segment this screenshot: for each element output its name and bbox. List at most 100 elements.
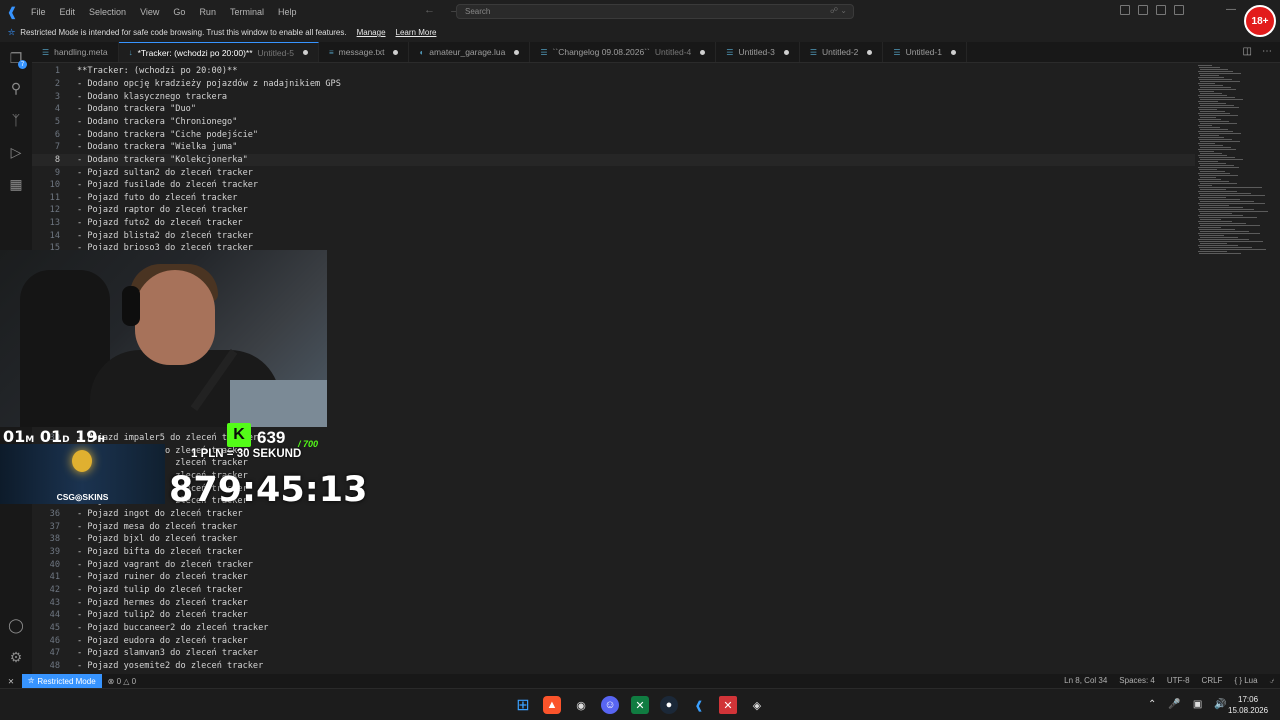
tab-1[interactable]: ↓ *Tracker: (wchodzi po 20:00)** Untitled-… (118, 42, 319, 62)
search-icon[interactable]: ⚲ (6, 78, 26, 98)
language-mode[interactable]: { } Lua (1234, 676, 1257, 686)
code-line[interactable]: 44 - Pojazd tulip2 do zleceń tracker (32, 609, 1195, 622)
end-of-line[interactable]: CRLF (1202, 676, 1223, 686)
run-debug-icon[interactable]: ▷ (6, 142, 26, 162)
code-line[interactable]: 6 - Dodano trackera "Ciche podejście" (32, 128, 1195, 141)
code-line[interactable]: 14 - Pojazd blista2 do zleceń tracker (32, 229, 1195, 242)
menu-view[interactable]: View (133, 7, 166, 17)
steam-icon[interactable]: ● (660, 696, 678, 714)
unsaved-dot-icon[interactable] (393, 49, 399, 55)
tab-label: ``Changelog 09.08.2026`` (552, 47, 650, 57)
menu-help[interactable]: Help (271, 7, 304, 17)
unsaved-dot-icon[interactable] (700, 49, 706, 55)
code-line[interactable]: 7 - Dodano trackera "Wielka juma" (32, 141, 1195, 154)
code-line[interactable]: 41 - Pojazd ruiner do zleceń tracker (32, 571, 1195, 584)
search-input[interactable]: Search ☍ ⌄ (456, 4, 854, 19)
line-number: 42 (49, 584, 60, 595)
line-number: 44 (49, 610, 60, 621)
minimap-line (1200, 105, 1234, 106)
menu-run[interactable]: Run (192, 7, 223, 17)
code-line[interactable]: 46 - Pojazd eudora do zleceń tracker (32, 634, 1195, 647)
code-line[interactable]: 38 - Pojazd bjxl do zleceń tracker (32, 533, 1195, 546)
problems-status[interactable]: ⊗ 0 △ 0 (108, 677, 136, 686)
windows-start-icon[interactable]: ⊞ (514, 696, 532, 714)
encoding[interactable]: UTF-8 (1167, 676, 1190, 686)
code-line[interactable]: 9 - Pojazd sultan2 do zleceń tracker (32, 166, 1195, 179)
app-x-icon[interactable]: ✕ (719, 696, 737, 714)
unsaved-dot-icon[interactable] (514, 49, 520, 55)
tab-3[interactable]: ◐ amateur_garage.lua (409, 42, 531, 62)
tab-6[interactable]: ☰ Untitled-2 (800, 42, 884, 62)
code-line[interactable]: 37 - Pojazd mesa do zleceń tracker (32, 520, 1195, 533)
menu-edit[interactable]: Edit (53, 7, 83, 17)
system-clock[interactable]: 17:06 15.08.2026 (1228, 694, 1268, 716)
display-icon[interactable]: ▣ (1193, 699, 1202, 710)
brave-browser-icon[interactable]: ▲ (543, 696, 561, 714)
microphone-icon[interactable]: 🎤 (1168, 699, 1180, 710)
code-line[interactable]: 4 - Dodano trackera "Duo" (32, 103, 1195, 116)
code-line[interactable]: 12 - Pojazd raptor do zleceń tracker (32, 204, 1195, 217)
more-actions-icon[interactable]: ⋯ (1262, 46, 1272, 57)
code-line[interactable]: 11 - Pojazd futo do zleceń tracker (32, 192, 1195, 205)
code-line[interactable]: 48 - Pojazd yosemite2 do zleceń tracker (32, 660, 1195, 673)
indentation[interactable]: Spaces: 4 (1119, 676, 1155, 686)
code-line[interactable]: 1 **Tracker: (wchodzi po 20:00)** (32, 65, 1195, 78)
tab-7[interactable]: ☰ Untitled-1 (883, 42, 967, 62)
code-line[interactable]: 47 - Pojazd slamvan3 do zleceń tracker (32, 647, 1195, 660)
minimap[interactable] (1195, 63, 1273, 674)
tab-0[interactable]: ☰ handling.meta (32, 42, 119, 62)
restricted-mode-status[interactable]: ⛦ Restricted Mode (22, 674, 102, 688)
remote-icon[interactable]: ⨯ (0, 674, 22, 688)
back-arrow-icon[interactable]: ← (424, 4, 435, 16)
layout-sidebar-icon[interactable] (1120, 5, 1130, 15)
discord-icon[interactable]: ☺ (601, 696, 619, 714)
tab-5[interactable]: ☰ Untitled-3 (716, 42, 800, 62)
line-text: - Pojazd futo2 do zleceń tracker (77, 218, 243, 229)
split-editor-icon[interactable]: ◫ (1243, 46, 1252, 57)
unsaved-dot-icon[interactable] (302, 50, 308, 55)
code-line[interactable]: 45 - Pojazd buccaneer2 do zleceń tracker (32, 622, 1195, 635)
bell-icon[interactable]: ⍻ (1270, 676, 1274, 686)
menu-file[interactable]: File (24, 7, 53, 17)
menu-go[interactable]: Go (166, 7, 192, 17)
source-control-icon[interactable]: ᛉ (6, 110, 26, 130)
cursor-position[interactable]: Ln 8, Col 34 (1064, 676, 1107, 686)
code-line[interactable]: 10 - Pojazd fusilade do zleceń tracker (32, 179, 1195, 192)
tray-expand-icon[interactable]: ⌃ (1148, 699, 1156, 710)
layout-panel-icon[interactable] (1138, 5, 1148, 15)
code-line[interactable]: 39 - Pojazd bifta do zleceń tracker (32, 546, 1195, 559)
minimize-button[interactable]: — (1226, 4, 1236, 15)
unsaved-dot-icon[interactable] (867, 49, 873, 55)
copilot-icon[interactable]: ☍ ⌄ (830, 6, 847, 15)
code-line[interactable]: 42 - Pojazd tulip do zleceń tracker (32, 584, 1195, 597)
app-mask-icon[interactable]: ◈ (748, 696, 766, 714)
code-line[interactable]: 5 - Dodano trackera "Chronionego" (32, 116, 1195, 129)
vscode-taskbar-icon[interactable]: ❰ (690, 696, 708, 714)
menu-terminal[interactable]: Terminal (223, 7, 271, 17)
excel-icon[interactable]: ✕ (631, 696, 649, 714)
code-line[interactable]: 13 - Pojazd futo2 do zleceń tracker (32, 217, 1195, 230)
tab-2[interactable]: ≡ message.txt (319, 42, 410, 62)
editor-scrollbar[interactable] (1273, 63, 1280, 674)
settings-gear-icon[interactable]: ⚙ (6, 647, 26, 667)
account-icon[interactable]: ◯ (6, 615, 26, 635)
code-line[interactable]: 43 - Pojazd hermes do zleceń tracker (32, 596, 1195, 609)
explorer-icon[interactable]: ❐ 7 (6, 48, 27, 69)
layout-secondary-icon[interactable] (1156, 5, 1166, 15)
manage-link[interactable]: Manage (357, 28, 386, 37)
layout-customize-icon[interactable] (1174, 5, 1184, 15)
line-number: 43 (49, 597, 60, 608)
learn-more-link[interactable]: Learn More (396, 28, 437, 37)
extensions-icon[interactable]: ▦ (6, 174, 26, 194)
volume-icon[interactable]: 🔊 (1214, 699, 1226, 710)
code-line[interactable]: 8 - Dodano trackera "Kolekcjonerka" (32, 153, 1195, 167)
code-line[interactable]: 2 - Dodano opcję kradzieży pojazdów z nad… (32, 78, 1195, 91)
code-line[interactable]: 40 - Pojazd vagrant do zleceń tracker (32, 558, 1195, 571)
menu-selection[interactable]: Selection (82, 7, 133, 17)
code-line[interactable]: 3 - Dodano klasycznego trackera (32, 90, 1195, 103)
unsaved-dot-icon[interactable] (950, 49, 956, 55)
code-line[interactable]: 30- Pojazd impaler5 do zleceń tracker (32, 432, 1195, 445)
chrome-icon[interactable]: ◉ (572, 696, 590, 714)
tab-4[interactable]: ☰ ``Changelog 09.08.2026`` Untitled-4 (530, 42, 717, 62)
unsaved-dot-icon[interactable] (783, 49, 789, 55)
